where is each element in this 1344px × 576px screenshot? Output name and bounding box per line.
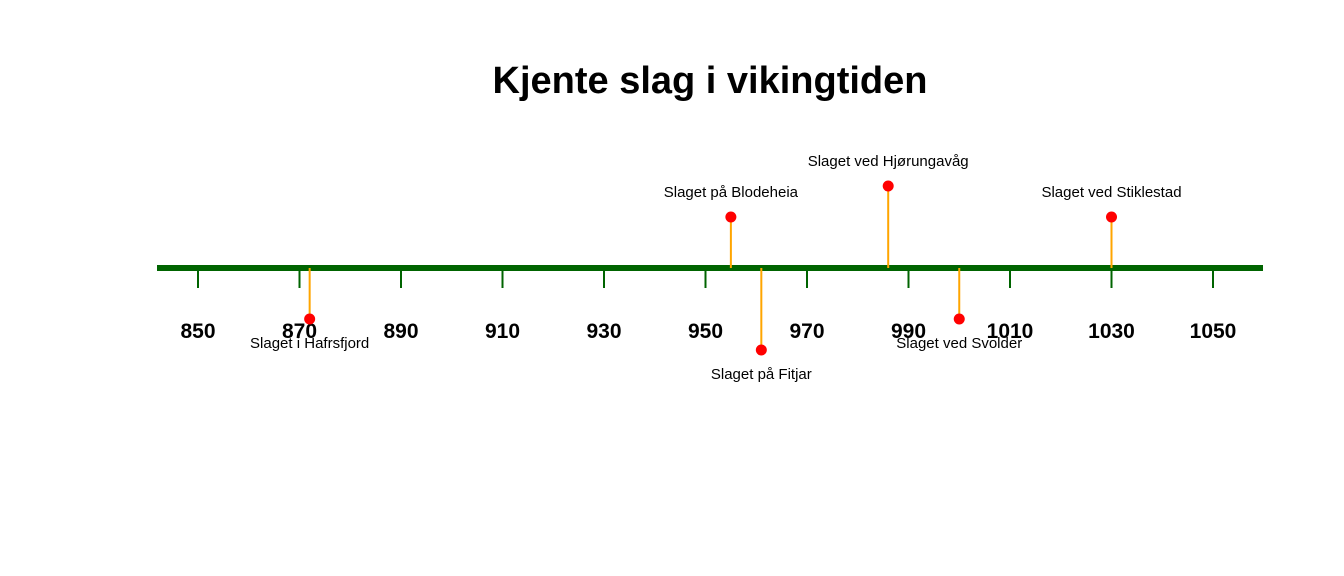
timeline-chart: Kjente slag i vikingtiden 850 870 890 910 93… [157,60,1263,383]
tick-label: 1030 [1088,320,1135,343]
event-label: Slaget ved Stiklestad [1041,184,1181,201]
tick-label: 970 [789,320,824,343]
tick-label: 1050 [1190,320,1237,343]
event-point [725,211,737,223]
tick-label: 850 [180,320,215,343]
event-point [882,180,894,192]
tick-label: 910 [485,320,520,343]
event-point [1106,211,1117,223]
event-point [953,313,965,325]
event-point [304,313,316,325]
event-label: Slaget i Hafrsfjord [250,335,369,352]
tick-label: 950 [688,320,723,343]
event-label: Slaget ved Svolder [896,335,1022,352]
event-point [755,344,767,356]
chart-title: Kjente slag i vikingtiden [493,60,928,102]
event-label: Slaget ved Hjørungavåg [808,153,969,170]
tick-label: 890 [383,320,418,343]
tick-group: 850 870 890 910 930 950 970 990 1010 1030 1050 [180,269,1236,343]
tick-label: 930 [586,320,621,343]
event-label: Slaget på Blodeheia [664,184,799,201]
event-label: Slaget på Fitjar [711,366,812,383]
